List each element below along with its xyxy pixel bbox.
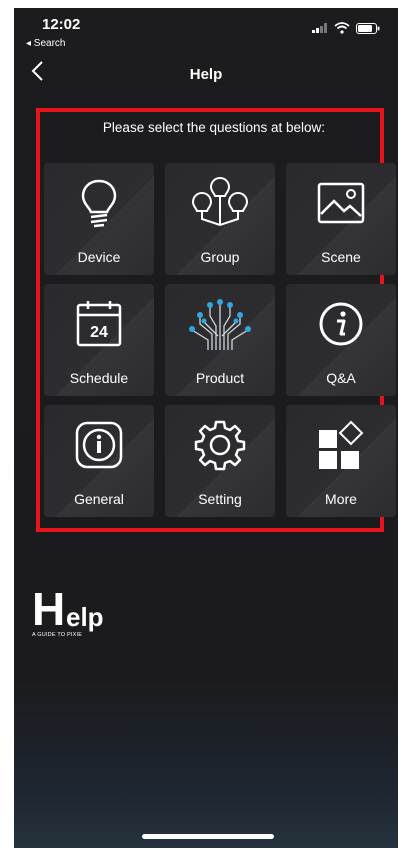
gear-icon <box>194 420 246 471</box>
signal-icon <box>312 23 327 33</box>
info-circle-icon <box>319 302 363 346</box>
status-bar: 12:02 ◂ Search <box>14 8 398 52</box>
tile-product[interactable]: Product <box>165 284 275 396</box>
tile-schedule[interactable]: 24 Schedule <box>44 284 154 396</box>
tile-label: Group <box>200 249 240 265</box>
tile-scene[interactable]: Scene <box>286 163 396 275</box>
home-indicator[interactable] <box>142 834 274 839</box>
tile-label: Setting <box>198 491 242 507</box>
battery-icon <box>356 22 380 34</box>
tile-setting[interactable]: Setting <box>165 405 275 517</box>
calendar-icon: 24 <box>76 301 122 347</box>
tile-label: Product <box>195 370 245 386</box>
info-badge-icon <box>75 421 123 469</box>
tile-more[interactable]: More <box>286 405 396 517</box>
calendar-number: 24 <box>90 324 108 341</box>
more-grid-icon <box>319 420 364 469</box>
tile-label: Q&A <box>326 370 356 386</box>
tile-label: Scene <box>321 249 361 265</box>
tile-label: General <box>74 491 124 507</box>
tile-qa[interactable]: Q&A <box>286 284 396 396</box>
tile-label: Device <box>77 249 121 265</box>
logo-rest: elp <box>66 602 104 632</box>
tile-device[interactable]: Device <box>44 163 154 275</box>
wifi-icon <box>334 22 350 34</box>
logo-tagline: A GUIDE TO PIXIE <box>32 632 83 638</box>
nav-bar: Help <box>14 60 398 92</box>
phone-screen: 12:02 ◂ Search Help Please select the qu… <box>14 8 398 848</box>
help-topics-grid: Device Group Scene 24 Schedule Product Q… <box>44 163 396 523</box>
logo-big-letter: H <box>32 583 66 635</box>
page-title: Help <box>189 66 223 83</box>
back-to-search-link[interactable]: ◂ Search <box>26 38 65 49</box>
tile-label: Schedule <box>69 370 129 386</box>
bulb-icon <box>81 179 117 228</box>
tile-label: More <box>325 491 357 507</box>
image-icon <box>317 182 365 224</box>
tile-group[interactable]: Group <box>165 163 275 275</box>
help-logo: H elp A GUIDE TO PIXIE <box>32 586 152 646</box>
status-icons <box>312 22 380 34</box>
instruction-text: Please select the questions at below: <box>102 120 326 135</box>
circuit-tree-icon <box>189 299 251 350</box>
tile-general[interactable]: General <box>44 405 154 517</box>
status-time: 12:02 <box>42 16 81 33</box>
bulb-group-icon <box>191 176 249 227</box>
